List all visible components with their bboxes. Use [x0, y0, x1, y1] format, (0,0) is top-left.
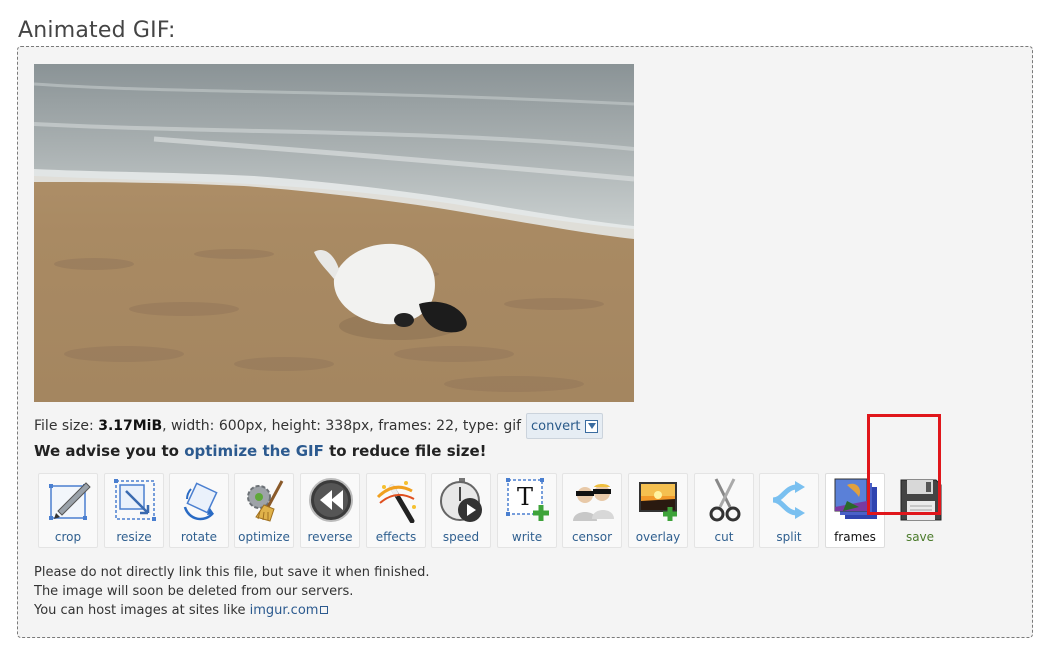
- imgur-link[interactable]: imgur.com: [250, 603, 319, 618]
- note-line-3-text: You can host images at sites like: [34, 603, 250, 618]
- tool-label: speed: [442, 530, 480, 544]
- file-dimensions-text: , width: 600px, height: 338px, frames: 2…: [162, 418, 522, 434]
- note-line-1: Please do not directly link this file, b…: [34, 565, 430, 580]
- page-title: Animated GIF:: [18, 17, 176, 43]
- tool-label: censor: [571, 530, 613, 544]
- overlay-icon: [639, 482, 677, 521]
- tool-label: overlay: [635, 530, 681, 544]
- tool-label: split: [776, 530, 802, 544]
- tool-label: optimize: [238, 530, 290, 544]
- note-line-2: The image will soon be deleted from our …: [34, 584, 354, 599]
- file-size-value: 3.17MiB: [98, 418, 163, 434]
- tool-speed-button[interactable]: speed: [431, 473, 491, 548]
- convert-label: convert: [531, 418, 581, 434]
- tool-rotate-button[interactable]: rotate: [169, 473, 229, 548]
- tool-reverse-button[interactable]: reverse: [300, 473, 360, 548]
- tool-censor-button[interactable]: censor: [562, 473, 622, 548]
- file-size-label: File size:: [34, 418, 94, 434]
- save-highlight-box: [867, 414, 941, 515]
- gif-panel: File size: 3.17MiB, width: 600px, height…: [17, 46, 1033, 638]
- split-icon: [772, 481, 805, 519]
- note-line-3: You can host images at sites like imgur.…: [34, 601, 430, 620]
- tool-resize-button[interactable]: resize: [104, 473, 164, 548]
- effects-icon: [376, 481, 416, 523]
- crop-icon: [49, 482, 91, 520]
- svg-text:T: T: [517, 483, 533, 511]
- advice-text-before: We advise you to: [34, 442, 185, 460]
- tool-overlay-button[interactable]: overlay: [628, 473, 688, 548]
- gif-preview-image[interactable]: [34, 64, 634, 402]
- optimize-gif-link[interactable]: optimize the GIF: [184, 442, 324, 460]
- tool-crop-button[interactable]: crop: [38, 473, 98, 548]
- notes: Please do not directly link this file, b…: [34, 563, 430, 620]
- rotate-icon: [183, 482, 218, 521]
- tool-effects-button[interactable]: effects: [366, 473, 426, 548]
- tool-label: save: [905, 530, 935, 544]
- censor-icon: [573, 484, 614, 521]
- tool-label: write: [511, 530, 543, 544]
- write-icon: T: [506, 478, 549, 521]
- tools-toolbar: crop resize rotate optimize reverse effe…: [38, 473, 950, 550]
- tool-label: resize: [116, 530, 152, 544]
- advice-text-after: to reduce file size!: [323, 442, 487, 460]
- reverse-icon: [309, 478, 353, 522]
- tool-label: crop: [54, 530, 82, 544]
- tool-optimize-button[interactable]: optimize: [234, 473, 294, 548]
- tool-label: rotate: [180, 530, 218, 544]
- tool-label: reverse: [307, 530, 353, 544]
- resize-icon: [114, 479, 156, 521]
- tool-label: frames: [834, 530, 876, 544]
- download-arrow-icon: [584, 419, 598, 433]
- optimize-advice: We advise you to optimize the GIF to red…: [34, 442, 487, 460]
- file-info: File size: 3.17MiB, width: 600px, height…: [34, 413, 603, 439]
- tool-split-button[interactable]: split: [759, 473, 819, 548]
- cut-icon: [709, 478, 741, 522]
- tool-cut-button[interactable]: cut: [694, 473, 754, 548]
- tool-label: cut: [714, 530, 734, 544]
- tool-write-button[interactable]: T write: [497, 473, 557, 548]
- external-link-icon: [320, 606, 329, 614]
- speed-icon: [440, 478, 482, 522]
- tool-label: effects: [375, 530, 417, 544]
- convert-button[interactable]: convert: [526, 413, 603, 439]
- optimize-icon: [247, 480, 284, 522]
